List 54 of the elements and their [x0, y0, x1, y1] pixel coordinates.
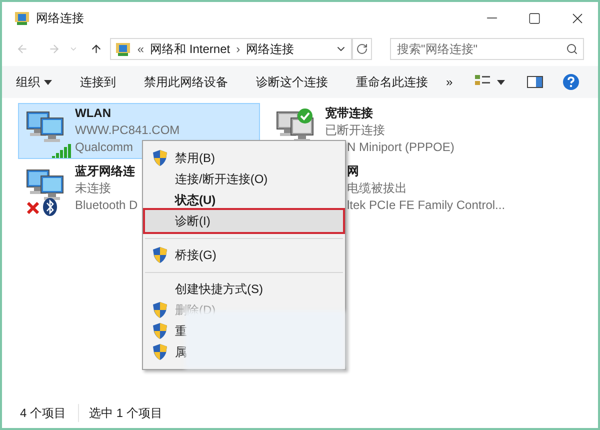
connection-device: Qualcomm — [75, 139, 134, 156]
path-separator: › — [236, 41, 240, 58]
connection-status: 已断开连接 — [325, 122, 386, 139]
breadcrumb-link[interactable]: 网络和 Internet — [150, 40, 230, 58]
address-bar[interactable]: « 网络和 Internet › 网络连接 — [110, 38, 352, 60]
status-text: 4 个项目 — [20, 405, 68, 422]
menu-item[interactable]: 连接/断开连接(O) — [145, 168, 343, 190]
shield-icon — [153, 302, 167, 318]
path-prefix: « — [137, 41, 144, 58]
menu-item[interactable]: 状态(U) — [145, 189, 343, 210]
shield-icon — [153, 150, 167, 166]
bluetooth-icon — [43, 198, 57, 216]
connection-name: 宽带连接 — [325, 105, 374, 122]
window-title: 网络连接 — [36, 10, 84, 27]
network-folder-icon — [115, 41, 132, 57]
connection-status: 未连接 — [75, 180, 112, 197]
refresh-button[interactable] — [352, 38, 372, 60]
up-icon[interactable] — [90, 42, 102, 56]
toolbar-button[interactable]: 诊断这个连接 — [256, 73, 328, 91]
connection-name: WLAN — [75, 105, 112, 122]
connection-status: WWW.PC841.COM — [75, 122, 180, 139]
connection-name: 蓝牙网络连 — [75, 163, 136, 180]
more-button[interactable]: » — [446, 73, 453, 91]
menu-item[interactable]: 创建快捷方式(S) — [145, 278, 343, 300]
menu-item[interactable]: 属 — [145, 342, 343, 364]
shield-icon — [153, 323, 167, 340]
search-field[interactable]: 搜索"网络连接" — [390, 38, 584, 60]
menu-item[interactable]: 重 — [145, 320, 343, 342]
help-icon[interactable] — [562, 74, 579, 90]
connection-name: 网 — [346, 163, 360, 180]
preview-pane-icon[interactable] — [526, 76, 543, 88]
toolbar-button[interactable]: 禁用此网络设备 — [144, 73, 228, 91]
connection-device: ltek PCIe FE Family Control... — [346, 197, 506, 214]
connection-status: 电缆被拔出 — [346, 180, 408, 197]
menu-item[interactable]: 桥接(G) — [145, 244, 343, 266]
network-folder-icon — [14, 10, 30, 26]
shield-icon — [153, 344, 167, 360]
x-mark-icon — [27, 202, 39, 214]
search-icon[interactable] — [566, 43, 578, 55]
connection-device: Bluetooth D — [75, 197, 138, 214]
toolbar-button[interactable]: 组织 — [16, 73, 52, 91]
check-icon — [297, 108, 313, 124]
caret-icon[interactable] — [496, 80, 505, 84]
toolbar-button[interactable]: 重命名此连接 — [356, 73, 428, 91]
maximize-icon[interactable] — [528, 12, 541, 24]
refresh-icon — [356, 43, 368, 55]
breadcrumb-link[interactable]: 网络连接 — [246, 40, 294, 58]
status-text: 选中 1 个项目 — [78, 404, 164, 422]
menu-item[interactable]: 诊断(I) — [145, 210, 343, 232]
caret-icon — [44, 80, 52, 84]
signal-bars-icon — [51, 142, 73, 158]
shield-icon — [153, 247, 167, 264]
toolbar-button[interactable]: 连接到 — [80, 73, 116, 91]
connection-device: N Miniport (PPPOE) — [346, 139, 454, 156]
